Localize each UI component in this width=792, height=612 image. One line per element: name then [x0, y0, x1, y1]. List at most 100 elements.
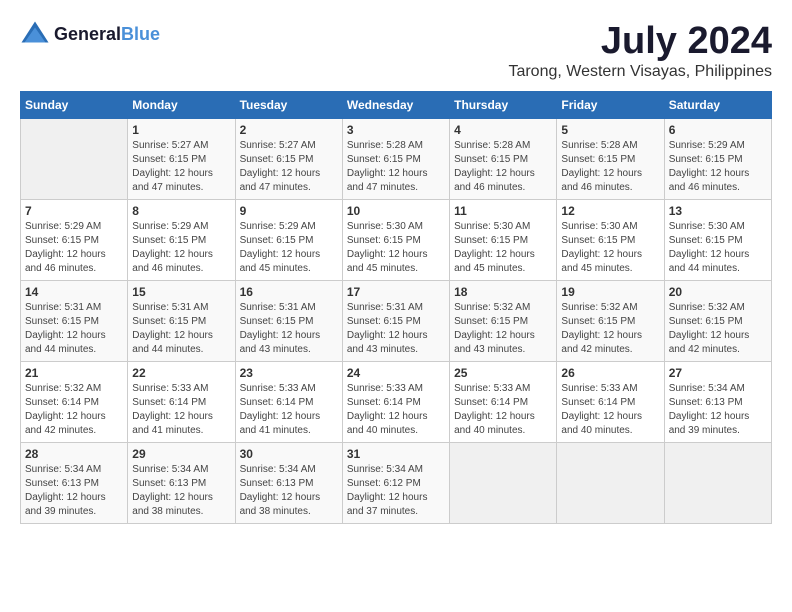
- day-number: 3: [347, 123, 445, 137]
- day-info: Sunrise: 5:34 AM Sunset: 6:13 PM Dayligh…: [669, 382, 767, 438]
- day-info: Sunrise: 5:29 AM Sunset: 6:15 PM Dayligh…: [25, 220, 123, 276]
- day-info: Sunrise: 5:34 AM Sunset: 6:13 PM Dayligh…: [25, 463, 123, 519]
- calendar-cell: 12Sunrise: 5:30 AM Sunset: 6:15 PM Dayli…: [557, 200, 664, 281]
- logo: GeneralBlue: [20, 20, 160, 50]
- calendar-cell: 16 Sunrise: 5:31 AM Sunset: 6:15 PM Dayli…: [235, 281, 342, 362]
- title-block: July 2024 Tarong, Western Visayas, Phili…: [508, 20, 772, 81]
- day-info: Sunrise: 5:33 AM Sunset: 6:14 PM Dayligh…: [240, 382, 338, 438]
- calendar-cell: [664, 443, 771, 524]
- calendar-cell: 15 Sunrise: 5:31 AM Sunset: 6:15 PM Dayli…: [128, 281, 235, 362]
- day-number: 23: [240, 366, 338, 380]
- day-info: Sunrise: 5:33 AM Sunset: 6:14 PM Dayligh…: [561, 382, 659, 438]
- day-number: 6: [669, 123, 767, 137]
- calendar-cell: [450, 443, 557, 524]
- day-number: 29: [132, 447, 230, 461]
- calendar-cell: [557, 443, 664, 524]
- day-number: 28: [25, 447, 123, 461]
- logo-icon: [20, 20, 50, 50]
- day-number: 27: [669, 366, 767, 380]
- day-number: 13: [669, 204, 767, 218]
- day-info: Sunrise: 5:34 AM Sunset: 6:12 PM Dayligh…: [347, 463, 445, 519]
- day-number: 5: [561, 123, 659, 137]
- day-info: Sunrise: 5:28 AM Sunset: 6:15 PM Dayligh…: [347, 139, 445, 195]
- calendar-cell: 9Sunrise: 5:29 AM Sunset: 6:15 PM Daylig…: [235, 200, 342, 281]
- calendar-week-2: 7Sunrise: 5:29 AM Sunset: 6:15 PM Daylig…: [21, 200, 772, 281]
- day-info: Sunrise: 5:31 AM Sunset: 6:15 PM Dayligh…: [132, 301, 230, 357]
- calendar-cell: 3 Sunrise: 5:28 AM Sunset: 6:15 PM Daylig…: [342, 119, 449, 200]
- day-info: Sunrise: 5:34 AM Sunset: 6:13 PM Dayligh…: [132, 463, 230, 519]
- calendar-cell: 29 Sunrise: 5:34 AM Sunset: 6:13 PM Dayli…: [128, 443, 235, 524]
- day-info: Sunrise: 5:32 AM Sunset: 6:15 PM Dayligh…: [454, 301, 552, 357]
- subtitle: Tarong, Western Visayas, Philippines: [508, 63, 772, 81]
- calendar-cell: 4Sunrise: 5:28 AM Sunset: 6:15 PM Daylig…: [450, 119, 557, 200]
- day-info: Sunrise: 5:32 AM Sunset: 6:15 PM Dayligh…: [561, 301, 659, 357]
- calendar-cell: 6Sunrise: 5:29 AM Sunset: 6:15 PM Daylig…: [664, 119, 771, 200]
- calendar-cell: 11 Sunrise: 5:30 AM Sunset: 6:15 PM Dayli…: [450, 200, 557, 281]
- day-info: Sunrise: 5:31 AM Sunset: 6:15 PM Dayligh…: [347, 301, 445, 357]
- day-info: Sunrise: 5:31 AM Sunset: 6:15 PM Dayligh…: [25, 301, 123, 357]
- calendar-cell: 24 Sunrise: 5:33 AM Sunset: 6:14 PM Dayli…: [342, 362, 449, 443]
- day-number: 31: [347, 447, 445, 461]
- day-info: Sunrise: 5:30 AM Sunset: 6:15 PM Dayligh…: [669, 220, 767, 276]
- day-info: Sunrise: 5:28 AM Sunset: 6:15 PM Dayligh…: [454, 139, 552, 195]
- calendar-cell: 18 Sunrise: 5:32 AM Sunset: 6:15 PM Dayli…: [450, 281, 557, 362]
- calendar-week-3: 14 Sunrise: 5:31 AM Sunset: 6:15 PM Dayli…: [21, 281, 772, 362]
- calendar-cell: [21, 119, 128, 200]
- day-info: Sunrise: 5:33 AM Sunset: 6:14 PM Dayligh…: [454, 382, 552, 438]
- day-number: 18: [454, 285, 552, 299]
- calendar-cell: 25 Sunrise: 5:33 AM Sunset: 6:14 PM Dayli…: [450, 362, 557, 443]
- calendar-week-1: 1 Sunrise: 5:27 AM Sunset: 6:15 PM Daylig…: [21, 119, 772, 200]
- day-header-thursday: Thursday: [450, 92, 557, 119]
- calendar-cell: 30 Sunrise: 5:34 AM Sunset: 6:13 PM Dayli…: [235, 443, 342, 524]
- day-number: 11: [454, 204, 552, 218]
- calendar-table: SundayMondayTuesdayWednesdayThursdayFrid…: [20, 91, 772, 524]
- day-header-tuesday: Tuesday: [235, 92, 342, 119]
- calendar-week-5: 28 Sunrise: 5:34 AM Sunset: 6:13 PM Dayli…: [21, 443, 772, 524]
- logo-text: GeneralBlue: [54, 25, 160, 45]
- main-title: July 2024: [508, 20, 772, 63]
- day-info: Sunrise: 5:33 AM Sunset: 6:14 PM Dayligh…: [132, 382, 230, 438]
- day-number: 20: [669, 285, 767, 299]
- day-number: 21: [25, 366, 123, 380]
- calendar-cell: 1 Sunrise: 5:27 AM Sunset: 6:15 PM Daylig…: [128, 119, 235, 200]
- header: GeneralBlue July 2024 Tarong, Western Vi…: [20, 20, 772, 81]
- day-number: 15: [132, 285, 230, 299]
- day-info: Sunrise: 5:34 AM Sunset: 6:13 PM Dayligh…: [240, 463, 338, 519]
- day-number: 14: [25, 285, 123, 299]
- calendar-cell: 20 Sunrise: 5:32 AM Sunset: 6:15 PM Dayli…: [664, 281, 771, 362]
- day-header-saturday: Saturday: [664, 92, 771, 119]
- day-info: Sunrise: 5:27 AM Sunset: 6:15 PM Dayligh…: [132, 139, 230, 195]
- day-info: Sunrise: 5:31 AM Sunset: 6:15 PM Dayligh…: [240, 301, 338, 357]
- day-number: 26: [561, 366, 659, 380]
- day-header-friday: Friday: [557, 92, 664, 119]
- calendar-cell: 17Sunrise: 5:31 AM Sunset: 6:15 PM Dayli…: [342, 281, 449, 362]
- calendar-cell: 5 Sunrise: 5:28 AM Sunset: 6:15 PM Daylig…: [557, 119, 664, 200]
- day-info: Sunrise: 5:27 AM Sunset: 6:15 PM Dayligh…: [240, 139, 338, 195]
- day-number: 30: [240, 447, 338, 461]
- calendar-cell: 22 Sunrise: 5:33 AM Sunset: 6:14 PM Dayli…: [128, 362, 235, 443]
- calendar-cell: 10Sunrise: 5:30 AM Sunset: 6:15 PM Dayli…: [342, 200, 449, 281]
- day-number: 8: [132, 204, 230, 218]
- day-info: Sunrise: 5:32 AM Sunset: 6:15 PM Dayligh…: [669, 301, 767, 357]
- day-header-wednesday: Wednesday: [342, 92, 449, 119]
- day-header-sunday: Sunday: [21, 92, 128, 119]
- calendar-cell: 21Sunrise: 5:32 AM Sunset: 6:14 PM Dayli…: [21, 362, 128, 443]
- day-info: Sunrise: 5:30 AM Sunset: 6:15 PM Dayligh…: [454, 220, 552, 276]
- day-number: 19: [561, 285, 659, 299]
- calendar-cell: 14 Sunrise: 5:31 AM Sunset: 6:15 PM Dayli…: [21, 281, 128, 362]
- day-info: Sunrise: 5:30 AM Sunset: 6:15 PM Dayligh…: [561, 220, 659, 276]
- calendar-week-4: 21Sunrise: 5:32 AM Sunset: 6:14 PM Dayli…: [21, 362, 772, 443]
- day-number: 16: [240, 285, 338, 299]
- calendar-cell: 27 Sunrise: 5:34 AM Sunset: 6:13 PM Dayli…: [664, 362, 771, 443]
- calendar-cell: 19 Sunrise: 5:32 AM Sunset: 6:15 PM Dayli…: [557, 281, 664, 362]
- day-info: Sunrise: 5:28 AM Sunset: 6:15 PM Dayligh…: [561, 139, 659, 195]
- day-info: Sunrise: 5:33 AM Sunset: 6:14 PM Dayligh…: [347, 382, 445, 438]
- day-number: 1: [132, 123, 230, 137]
- day-number: 22: [132, 366, 230, 380]
- day-number: 2: [240, 123, 338, 137]
- calendar-cell: 8 Sunrise: 5:29 AM Sunset: 6:15 PM Daylig…: [128, 200, 235, 281]
- day-info: Sunrise: 5:29 AM Sunset: 6:15 PM Dayligh…: [132, 220, 230, 276]
- day-number: 25: [454, 366, 552, 380]
- day-number: 9: [240, 204, 338, 218]
- day-number: 24: [347, 366, 445, 380]
